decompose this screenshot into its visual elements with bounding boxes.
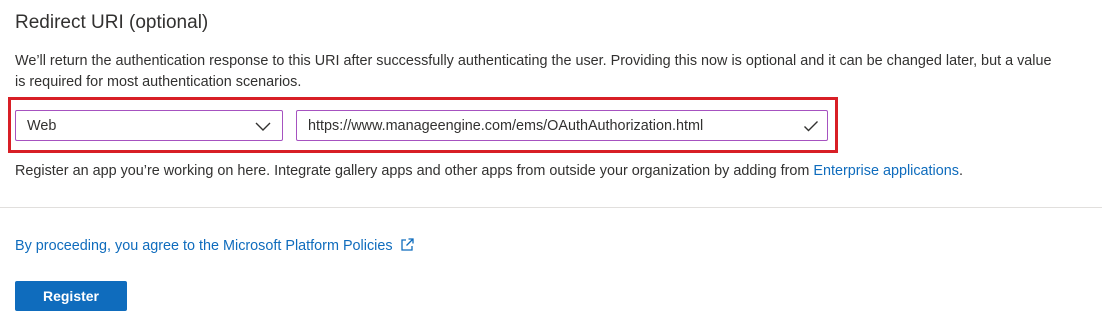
platform-select-value: Web [27, 118, 57, 134]
redirect-uri-input[interactable] [297, 111, 798, 140]
helper-text-suffix: . [958, 163, 963, 179]
section-title: Redirect URI (optional) [15, 12, 209, 33]
helper-text-body: Register an app you’re working on here. … [15, 163, 814, 179]
platform-policies-label: By proceeding, you agree to the Microsof… [15, 238, 393, 254]
enterprise-applications-link[interactable]: Enterprise applications [813, 163, 959, 179]
platform-select[interactable]: Web [15, 110, 283, 141]
redirect-uri-field[interactable] [296, 110, 828, 141]
divider [0, 207, 1102, 208]
register-button[interactable]: Register [15, 281, 127, 311]
register-app-page: Redirect URI (optional) We’ll return the… [0, 0, 1102, 315]
helper-text: Register an app you’re working on here. … [15, 163, 963, 179]
section-description: We’ll return the authentication response… [15, 53, 1052, 90]
external-link-icon [400, 238, 414, 251]
chevron-down-icon [255, 122, 271, 131]
platform-policies-link[interactable]: By proceeding, you agree to the Microsof… [15, 237, 415, 254]
checkmark-icon [804, 121, 818, 132]
